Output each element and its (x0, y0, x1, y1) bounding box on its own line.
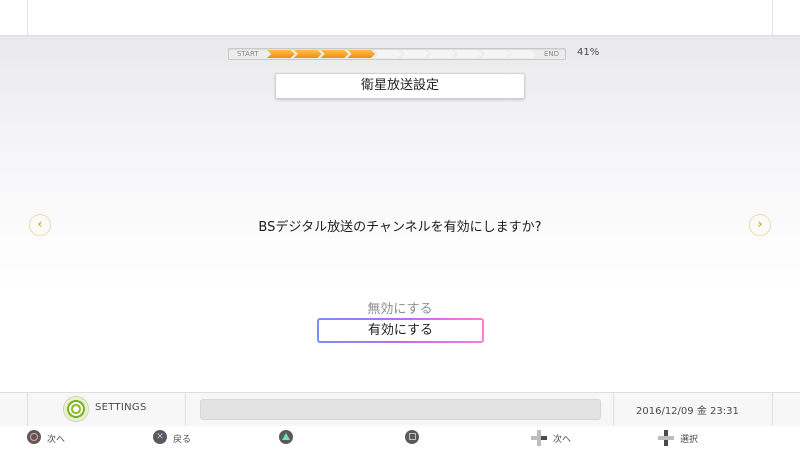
progress-segment (481, 50, 510, 58)
progress-segment (508, 50, 536, 58)
status-bar: SETTINGS 2016/12/09 金 23:31 (0, 392, 800, 427)
top-bar-divider (772, 0, 773, 35)
chevron-left-icon: ‹ (37, 217, 43, 231)
progress-percent: 41% (577, 47, 600, 58)
progress-start-label: START (237, 50, 259, 58)
status-divider (27, 393, 28, 426)
page-title: 衛星放送設定 (275, 73, 525, 99)
progress-segment (427, 50, 456, 58)
square-button-icon (405, 430, 419, 444)
option-enable[interactable]: 有効にする (317, 318, 484, 343)
progress-segments (267, 49, 536, 59)
triangle-button-icon (279, 430, 293, 444)
progress-segment (293, 50, 322, 58)
progress-segment (401, 50, 429, 58)
dpad-up-down-icon (658, 430, 674, 446)
circle-button-icon (27, 430, 41, 444)
cross-button-icon: ✕ (153, 430, 167, 444)
status-divider (772, 393, 773, 426)
status-divider (613, 393, 614, 426)
clock-datetime: 2016/12/09 金 23:31 (636, 406, 739, 417)
progress-segment (267, 50, 295, 58)
progress-end-label: END (543, 50, 559, 58)
top-bar-divider (27, 0, 28, 35)
hint-label: 次へ (47, 435, 66, 445)
hint-label: 戻る (173, 435, 192, 445)
status-divider (185, 393, 186, 426)
progress-segment (347, 50, 376, 58)
previous-page-button[interactable]: ‹ (29, 214, 51, 236)
dpad-right-icon (531, 430, 547, 446)
progress-segment (320, 50, 349, 58)
option-disable[interactable]: 無効にする (318, 298, 482, 317)
hint-label: 次へ (553, 435, 572, 445)
progress-segment (454, 50, 483, 58)
hint-label: 選択 (680, 435, 699, 445)
question-text: BSデジタル放送のチャンネルを有効にしますか? (258, 220, 542, 235)
notification-area (200, 399, 601, 420)
chevron-right-icon: › (757, 217, 763, 231)
button-hint-bar: 次へ ✕ 戻る 次へ 選択 (0, 426, 800, 450)
top-bar (0, 0, 800, 36)
setup-progress-bar: START END (228, 48, 566, 60)
next-page-button[interactable]: › (749, 214, 771, 236)
progress-segment (374, 50, 402, 58)
app-label: SETTINGS (95, 402, 147, 413)
settings-gear-icon (64, 397, 88, 421)
